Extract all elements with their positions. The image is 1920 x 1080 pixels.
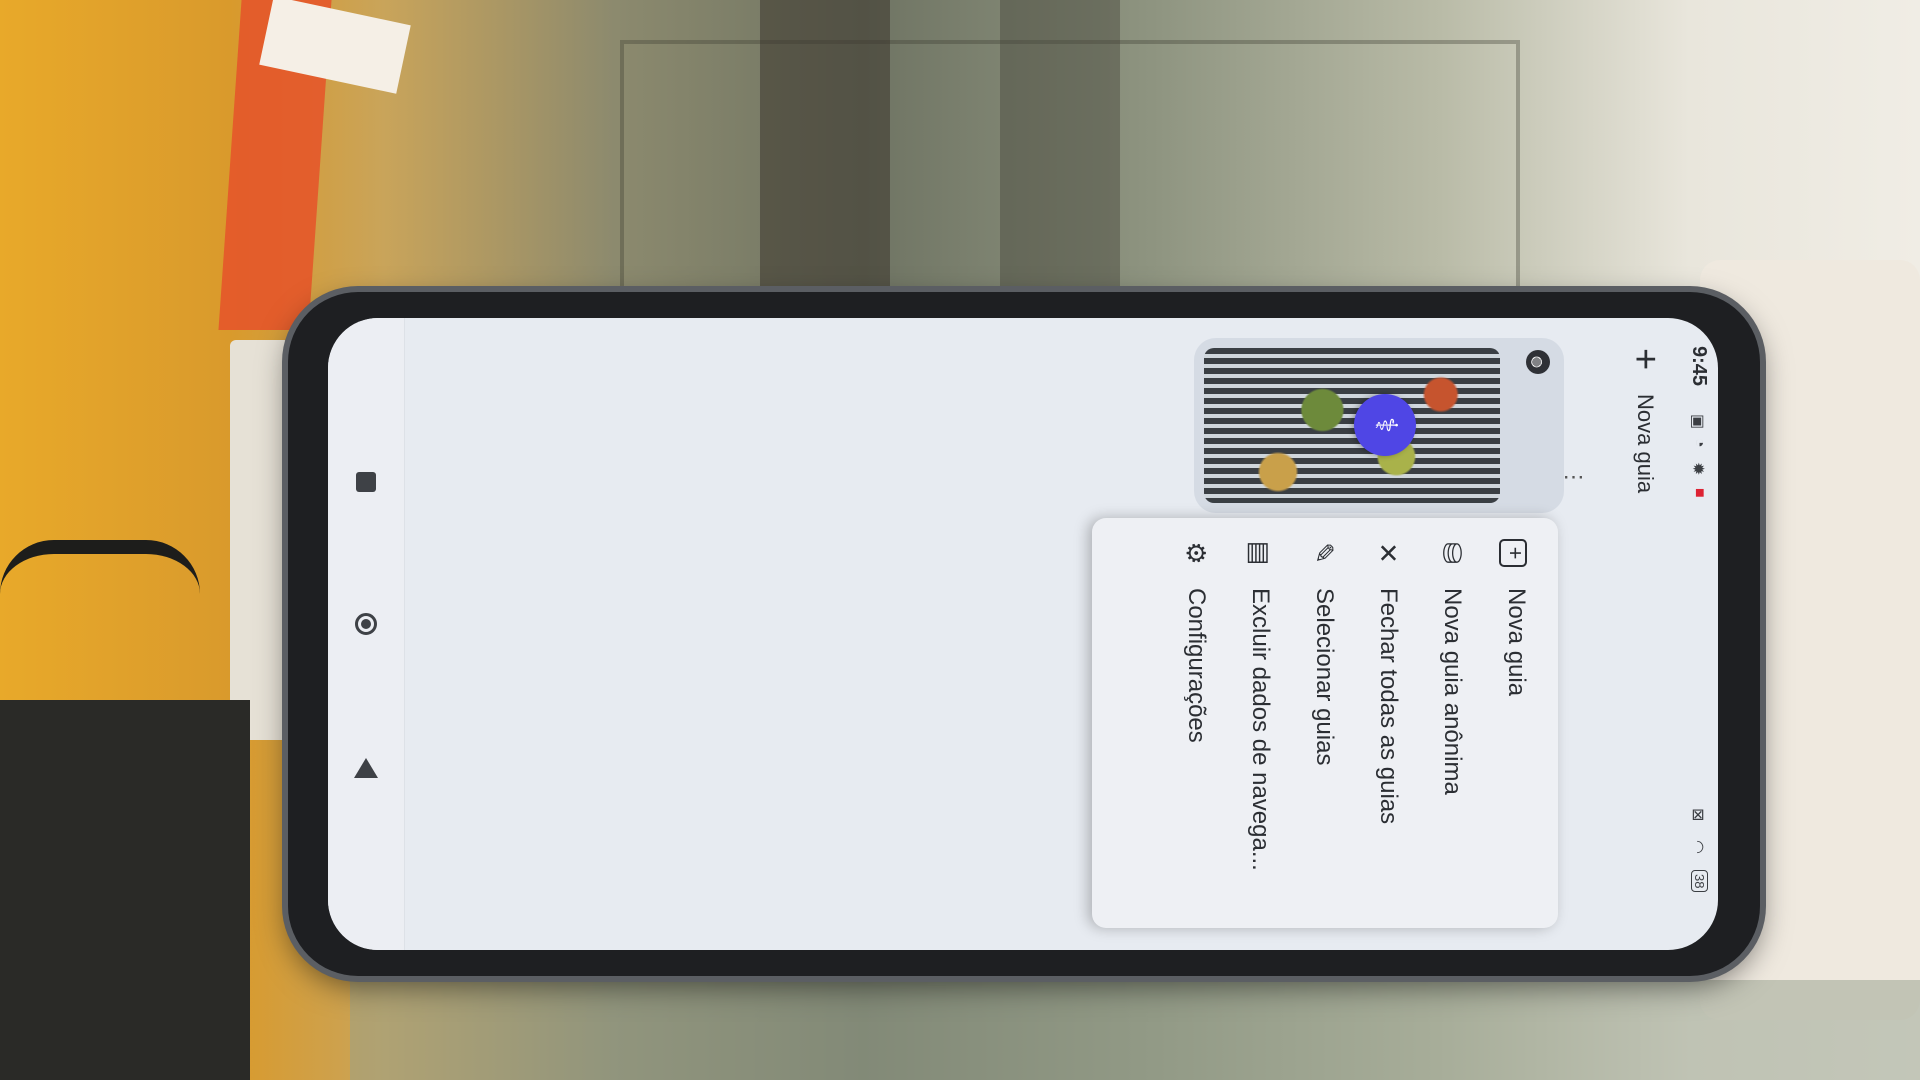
tab-card[interactable]: ◍ ⚕ (1194, 338, 1564, 513)
nfc-icon: ▣ (1689, 414, 1706, 430)
new-tab-toolbar-label[interactable]: Nova guia (1632, 394, 1658, 493)
background-post (1000, 0, 1120, 290)
menu-item-label: Selecionar guias (1311, 588, 1338, 766)
menu-item-new-tab[interactable]: + Nova guia (1484, 518, 1548, 928)
menu-item-select-tabs[interactable]: ✎ Selecionar guias (1292, 518, 1356, 928)
settings-status-icon: ✹ (1689, 462, 1706, 476)
menu-item-label: Nova guia (1503, 588, 1530, 697)
new-tab-icon: + (1499, 518, 1533, 588)
tab-thumbnail (1204, 348, 1500, 503)
menu-item-settings[interactable]: ⚙ Configurações (1164, 518, 1228, 928)
background-cable (0, 540, 200, 594)
browser-tab-switcher: 9:45 ▣ ◔ ✹ ■ ⊠ ◠ 38 + Nova guia ⋯ ◍ ⚕ + … (328, 318, 1718, 950)
status-bar: 9:45 ▣ ◔ ✹ ■ ⊠ ◠ 38 (1674, 318, 1718, 950)
status-time: 9:45 (1688, 346, 1710, 387)
wifi-icon: ◠ (1689, 840, 1706, 854)
pencil-icon: ✎ (1309, 542, 1340, 564)
overflow-menu: + Nova guia ⛁ Nova guia anônima ✕ Fechar… (1092, 518, 1558, 928)
background-dark-box (0, 700, 250, 1080)
menu-item-clear-browsing-data[interactable]: ▤ Excluir dados de navega... (1228, 518, 1292, 928)
tab-switcher-toolbar: + Nova guia ⋯ (1562, 318, 1674, 950)
menu-item-label: Nova guia anônima (1439, 588, 1466, 795)
stethoscope-icon: ⚕ (1354, 394, 1416, 456)
gear-icon: ⚙ (1181, 541, 1212, 565)
close-icon: ✕ (1373, 542, 1404, 564)
notification-icon: ◔ (1691, 438, 1708, 448)
more-options-icon[interactable]: ⋯ (1562, 465, 1585, 491)
menu-item-new-incognito-tab[interactable]: ⛁ Nova guia anônima (1420, 518, 1484, 928)
background-post (760, 0, 890, 290)
phone-screen: 9:45 ▣ ◔ ✹ ■ ⊠ ◠ 38 + Nova guia ⋯ ◍ ⚕ + … (328, 318, 1718, 950)
plus-icon[interactable]: + (1624, 348, 1666, 370)
menu-item-label: Configurações (1183, 588, 1210, 743)
menu-item-label: Fechar todas as guias (1375, 588, 1402, 825)
phone-mount-left (230, 340, 290, 740)
menu-item-close-all-tabs[interactable]: ✕ Fechar todas as guias (1356, 518, 1420, 928)
background-floor (350, 980, 1920, 1080)
incognito-icon: ⛁ (1437, 542, 1468, 564)
app-notification-icon: ■ (1691, 488, 1708, 498)
menu-item-label: Excluir dados de navega... (1247, 588, 1274, 871)
globe-icon: ◍ (1526, 350, 1550, 374)
battery-indicator: 38 (1691, 870, 1708, 893)
delete-data-icon: ▤ (1245, 540, 1276, 566)
sim-icon: ⊠ (1689, 808, 1706, 822)
